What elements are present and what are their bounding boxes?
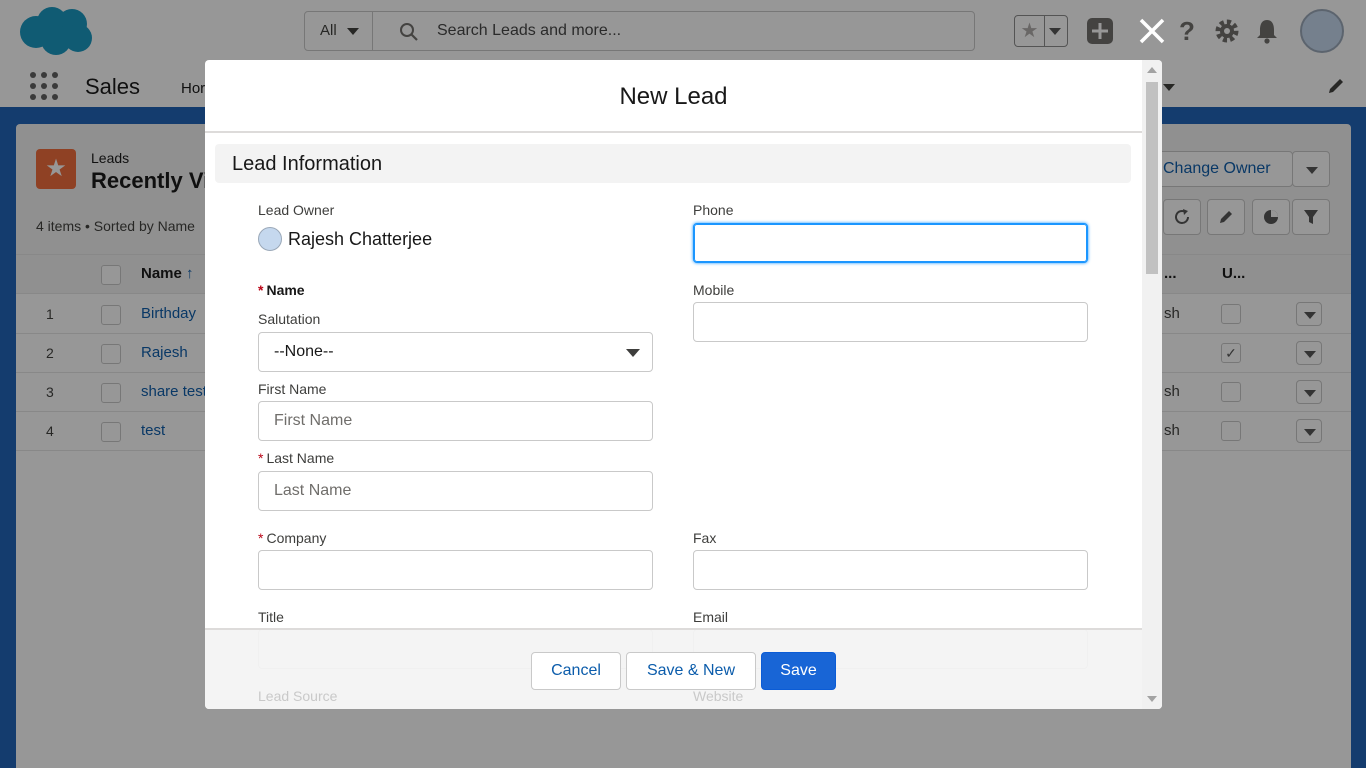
mobile-label: Mobile (693, 282, 735, 298)
scrollbar-thumb[interactable] (1146, 82, 1158, 274)
modal-title: New Lead (619, 83, 728, 110)
lead-owner-label: Lead Owner (258, 202, 335, 218)
section-header-lead-information[interactable]: Lead Information (215, 144, 1131, 183)
lead-source-label: Lead Source (258, 688, 338, 704)
salutation-value: --None-- (274, 343, 334, 360)
first-name-input[interactable] (258, 401, 653, 441)
phone-label: Phone (693, 202, 734, 218)
owner-avatar (258, 227, 282, 251)
fax-label: Fax (693, 530, 717, 546)
scroll-up-arrow-icon[interactable] (1147, 67, 1157, 73)
modal-scrollbar[interactable] (1142, 60, 1162, 709)
last-name-input[interactable] (258, 471, 653, 511)
title-label: Title (258, 609, 284, 625)
save-button[interactable]: Save (761, 652, 836, 690)
first-name-label: First Name (258, 381, 327, 397)
salutation-label: Salutation (258, 311, 321, 327)
company-input[interactable] (258, 550, 653, 590)
name-label-text: Name (266, 282, 305, 298)
last-name-label: * Last Name (258, 450, 334, 466)
modal-footer: Cancel Save & New Save (205, 628, 1162, 709)
last-name-label-text: Last Name (266, 450, 335, 466)
mobile-input[interactable] (693, 302, 1088, 342)
save-and-new-button[interactable]: Save & New (626, 652, 756, 690)
new-lead-modal: New Lead Lead Information Lead Owner Raj… (205, 60, 1162, 709)
scroll-down-arrow-icon[interactable] (1147, 696, 1157, 702)
company-label: * Company (258, 530, 326, 546)
website-label: Website (693, 688, 744, 704)
phone-input[interactable] (693, 223, 1088, 263)
company-label-text: Company (266, 530, 327, 546)
fax-input[interactable] (693, 550, 1088, 590)
email-label: Email (693, 609, 729, 625)
salutation-select[interactable]: --None-- (258, 332, 653, 372)
lead-owner-name: Rajesh Chatterjee (288, 229, 433, 249)
modal-header: New Lead (205, 60, 1142, 133)
required-indicator: * (258, 282, 264, 298)
required-indicator: * (258, 450, 264, 466)
chevron-down-icon (626, 349, 640, 357)
cancel-button[interactable]: Cancel (531, 652, 621, 690)
required-indicator: * (258, 530, 264, 546)
name-label: * Name (258, 282, 305, 298)
close-icon[interactable] (1136, 15, 1168, 47)
